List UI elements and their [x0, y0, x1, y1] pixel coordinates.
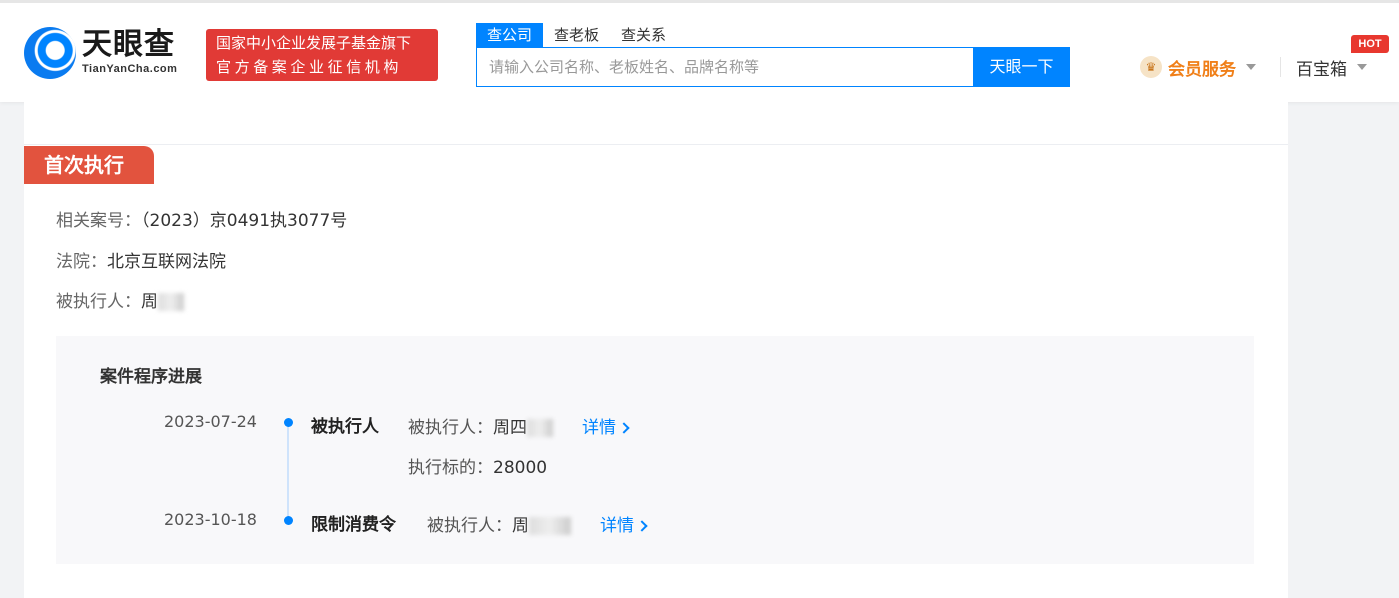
toolbox-label: 百宝箱 [1296, 59, 1347, 80]
event-person-label: 被执行人： [408, 418, 493, 438]
event-person-name: 周 [512, 516, 529, 536]
progress-title: 案件程序进展 [100, 367, 202, 387]
redacted-name [527, 419, 553, 437]
court-value: 北京互联网法院 [107, 252, 226, 272]
court-row: 法院：北京互联网法院 [56, 247, 226, 272]
search-input[interactable] [477, 48, 973, 86]
tab-search-company[interactable]: 查公司 [476, 23, 544, 47]
hot-badge: HOT [1351, 35, 1389, 53]
case-number-label: 相关案号： [56, 211, 141, 231]
event-date: 2023-07-24 [164, 412, 257, 431]
search-button[interactable]: 天眼一下 [973, 47, 1070, 87]
case-progress-panel: 案件程序进展 2023-07-24 被执行人 被执行人：周四 详情 执行标的：2… [56, 336, 1254, 564]
chevron-right-icon [636, 520, 648, 532]
detail-link-label: 详情 [600, 516, 634, 536]
card-divider [24, 144, 1288, 145]
event-date: 2023-10-18 [164, 510, 257, 529]
event-person-label: 被执行人： [427, 516, 512, 536]
event-person: 被执行人：周 [427, 511, 571, 536]
tab-search-relation[interactable]: 查关系 [610, 23, 677, 47]
event-amount-value: 28000 [493, 458, 548, 478]
badge-line-2: 官方备案企业征信机构 [216, 58, 403, 76]
chevron-down-icon [1357, 64, 1367, 70]
event-type: 限制消费令 [311, 515, 396, 535]
chevron-down-icon [1246, 64, 1256, 70]
event-person: 被执行人：周四 [408, 413, 553, 438]
event-person-name: 周四 [493, 418, 527, 438]
case-number-row: 相关案号：（2023）京0491执3077号 [56, 206, 347, 231]
chevron-right-icon [618, 422, 630, 434]
vip-service-menu[interactable]: ♛ 会员服务 [1140, 55, 1256, 80]
redacted-name [529, 517, 571, 535]
timeline-dot [284, 516, 293, 525]
tab-search-boss[interactable]: 查老板 [543, 23, 610, 47]
logo-eye-icon [24, 27, 76, 79]
executed-person-row: 被执行人：周 [56, 287, 184, 312]
court-label: 法院： [56, 252, 107, 272]
executed-person-label: 被执行人： [56, 292, 141, 312]
executed-person-name: 周 [141, 292, 158, 312]
event-amount: 执行标的：28000 [408, 453, 547, 478]
redacted-name [158, 293, 184, 311]
vip-service-label: 会员服务 [1168, 59, 1236, 80]
event-detail-link[interactable]: 详情 [600, 511, 648, 536]
toolbox-menu[interactable]: 百宝箱 [1296, 55, 1367, 80]
badge-line-1: 国家中小企业发展子基金旗下 [216, 34, 412, 52]
section-tag: 首次执行 [24, 146, 154, 184]
logo-text: 天眼查 [82, 27, 175, 62]
case-number-value: （2023）京0491执3077号 [141, 211, 348, 231]
timeline-line [287, 426, 289, 524]
event-type: 被执行人 [311, 417, 379, 437]
search-box: 天眼一下 [476, 47, 1070, 87]
crown-icon: ♛ [1140, 56, 1162, 78]
top-header: 天眼查 TianYanCha.com 国家中小企业发展子基金旗下 官方备案企业征… [0, 0, 1399, 102]
tianyancha-logo[interactable]: 天眼查 TianYanCha.com [24, 27, 194, 79]
case-card: 首次执行 相关案号：（2023）京0491执3077号 法院：北京互联网法院 被… [24, 102, 1288, 598]
event-amount-label: 执行标的： [408, 458, 493, 478]
detail-link-label: 详情 [582, 418, 616, 438]
event-detail-link[interactable]: 详情 [582, 413, 630, 438]
header-divider [1280, 57, 1281, 77]
search-tabs: 查公司 查老板 查关系 [476, 23, 677, 47]
timeline-dot [284, 418, 293, 427]
official-badge: 国家中小企业发展子基金旗下 官方备案企业征信机构 [206, 29, 438, 81]
logo-domain: TianYanCha.com [82, 63, 178, 75]
